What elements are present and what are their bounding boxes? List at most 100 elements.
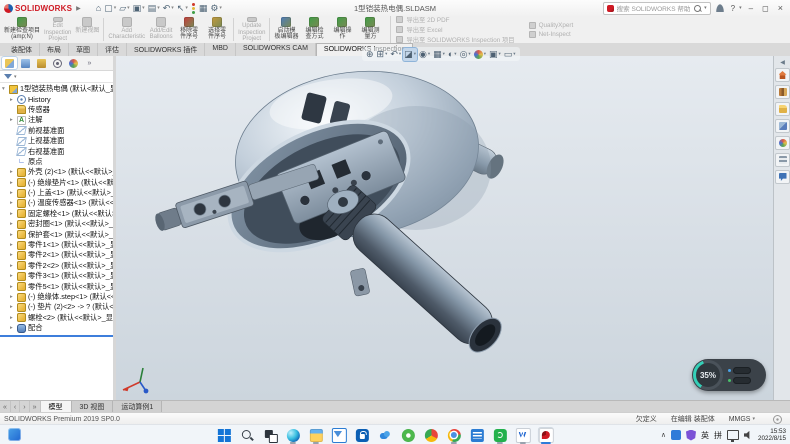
tree-item[interactable]: ▾1型铠装热电偶 (默认<默认_显示状态-1 [0,84,113,94]
dropdown-caret[interactable]: ▾ [185,5,188,11]
tree-item[interactable]: ▸零件2<2> (默认<<默认>_显示状 [0,261,113,271]
bottom-bracket[interactable] [350,268,370,297]
displaymanager-tab[interactable] [66,57,81,69]
dropdown-caret[interactable]: ▾ [142,5,145,11]
tree-item[interactable]: ▸(-) 绝缘体.step<1> (默认<<默认> [0,292,113,302]
tree-item[interactable]: ▸零件3<1> (默认<<默认>_显示状 [0,271,113,281]
expand-arrow[interactable]: ▸ [10,180,17,186]
print-icon[interactable]: ▤ [147,2,158,14]
save-icon[interactable]: ▣ [132,2,143,14]
expand-arrow[interactable]: ▸ [10,200,17,206]
dimxpertmanager-tab[interactable] [50,57,65,69]
propertymanager-tab[interactable] [18,57,33,69]
ime-language-indicator[interactable]: 英 [701,430,709,441]
tree-item[interactable]: 传感器 [0,105,113,115]
previous-view-button[interactable]: ↶▾ [389,48,402,61]
dropdown-caret[interactable]: ▾ [171,5,174,11]
3d-model-view[interactable] [116,56,773,400]
apply-scene-button[interactable]: ▣▾ [488,48,502,61]
file-explorer-tab[interactable] [775,102,790,116]
search-caret[interactable]: ▾ [704,5,707,11]
search-taskbar-button[interactable] [239,427,255,443]
browser-360-taskbar-button[interactable] [400,427,416,443]
chrome-taskbar-button[interactable] [446,427,462,443]
edit-inspection-method-button[interactable]: 编辑检查方式 [300,16,328,43]
command-tab[interactable]: SOLIDWORKS 插件 [127,43,205,56]
tree-item[interactable]: ▸固定螺栓<1> (默认<<默认>_显示 [0,209,113,219]
file-explorer-taskbar-button[interactable] [308,427,324,443]
custom-properties-tab[interactable] [775,153,790,167]
edit-appearance-button[interactable]: ▾ [473,49,487,60]
open-icon[interactable]: ▱ [118,2,127,14]
edge-taskbar-button[interactable] [285,427,301,443]
tree-filter-bar[interactable]: ▾ [0,71,113,83]
options-icon[interactable]: ⚙ [209,2,219,14]
tree-item[interactable]: ▸零件1<1> (默认<<默认>_显示状态 [0,240,113,250]
dropdown-caret[interactable]: ▾ [484,51,486,57]
tab-overflow-tab[interactable]: » [82,57,97,69]
display-tray-icon[interactable] [727,430,739,440]
shield-icon[interactable] [686,430,696,441]
help-button[interactable]: ? [729,4,737,13]
tree-item[interactable]: ▸螺栓<2> (默认<<默认>_显示状态 [0,313,113,323]
expand-arrow[interactable]: ▸ [10,211,17,217]
app-logo[interactable]: SOLIDWORKS ▶ [0,4,81,13]
task-pane-collapse-arrow[interactable]: ◀ [774,56,790,68]
dropdown-caret[interactable]: ▾ [498,51,500,57]
expand-arrow[interactable]: ▸ [10,190,17,196]
ime-mode-indicator[interactable]: 拼 [714,430,722,441]
tree-item[interactable]: ▸零件5<1> (默认<<默认>_显示状 [0,281,113,291]
view-orientation-button[interactable]: ▦▾ [432,48,446,61]
dropdown-caret[interactable]: ▾ [428,51,430,57]
forum-tab[interactable] [775,170,790,184]
home-icon[interactable]: ⌂ [95,2,102,14]
widgets-icon[interactable] [8,428,21,441]
undo-icon[interactable]: ↶ [162,2,172,14]
featuremanager-tab[interactable] [2,57,17,69]
search-icon[interactable] [694,5,701,12]
tree-item[interactable]: ∟原点 [0,157,113,167]
expand-arrow[interactable]: ▸ [10,252,17,258]
expand-arrow[interactable]: ▸ [10,97,17,103]
tray-chevron-icon[interactable]: ∧ [661,431,666,439]
command-tab[interactable]: 布局 [40,43,69,56]
color-app-taskbar-button[interactable] [423,427,439,443]
help-caret[interactable]: ▾ [739,5,742,11]
tray-blue-app-icon[interactable] [671,430,681,440]
tree-item[interactable]: ▸(-) 上盖<1> (默认<<默认>_显示状 [0,188,113,198]
expand-arrow[interactable]: ▸ [10,263,17,269]
select-balloons-button[interactable]: 选择零件序号 [203,16,231,43]
command-tab[interactable]: 装配体 [4,43,40,56]
launch-template-editor-button[interactable]: 启动模板编辑器 [272,16,300,43]
hide-show-items-button[interactable]: ◎▾ [459,48,472,61]
recorder-button-top[interactable] [728,367,751,374]
expand-arrow[interactable]: ▸ [10,169,17,175]
configurationmanager-tab[interactable] [34,57,49,69]
solidworks-taskbar-button[interactable] [538,427,554,443]
wps-taskbar-button[interactable] [515,427,531,443]
tree-item[interactable]: 右视基准面 [0,146,113,156]
start-taskbar-button[interactable] [216,427,232,443]
dropdown-caret[interactable]: ▾ [752,416,755,422]
view-palette-tab[interactable] [775,119,790,133]
tree-item[interactable]: ▸History [0,94,113,104]
solidworks-resources-tab[interactable] [775,68,790,82]
graphics-viewport[interactable]: 35% [116,56,773,400]
onedrive-taskbar-button[interactable] [377,427,393,443]
appearances-scenes-tab[interactable] [775,136,790,150]
command-tab[interactable]: SOLIDWORKS CAM [236,43,316,56]
filter-caret[interactable]: ▾ [14,74,17,80]
menu-flyout-arrow[interactable]: ▶ [76,5,81,12]
green-app-taskbar-button[interactable] [492,427,508,443]
tree-item[interactable]: ▸零件2<1> (默认<<默认>_显示状 [0,250,113,260]
expand-arrow[interactable]: ▾ [2,86,9,92]
command-tab[interactable]: 评估 [98,43,127,56]
new-inspection-project-button[interactable]: 新建检查项目(amp;N) [2,16,42,43]
command-tab[interactable]: 草图 [69,43,98,56]
dropdown-caret[interactable]: ▾ [157,5,160,11]
rebuild-icon[interactable] [190,3,197,14]
task-view-taskbar-button[interactable] [262,427,278,443]
dropdown-caret[interactable]: ▾ [127,5,130,11]
tree-item[interactable]: 前视基准面 [0,126,113,136]
select-icon[interactable]: ↖ [176,2,186,14]
